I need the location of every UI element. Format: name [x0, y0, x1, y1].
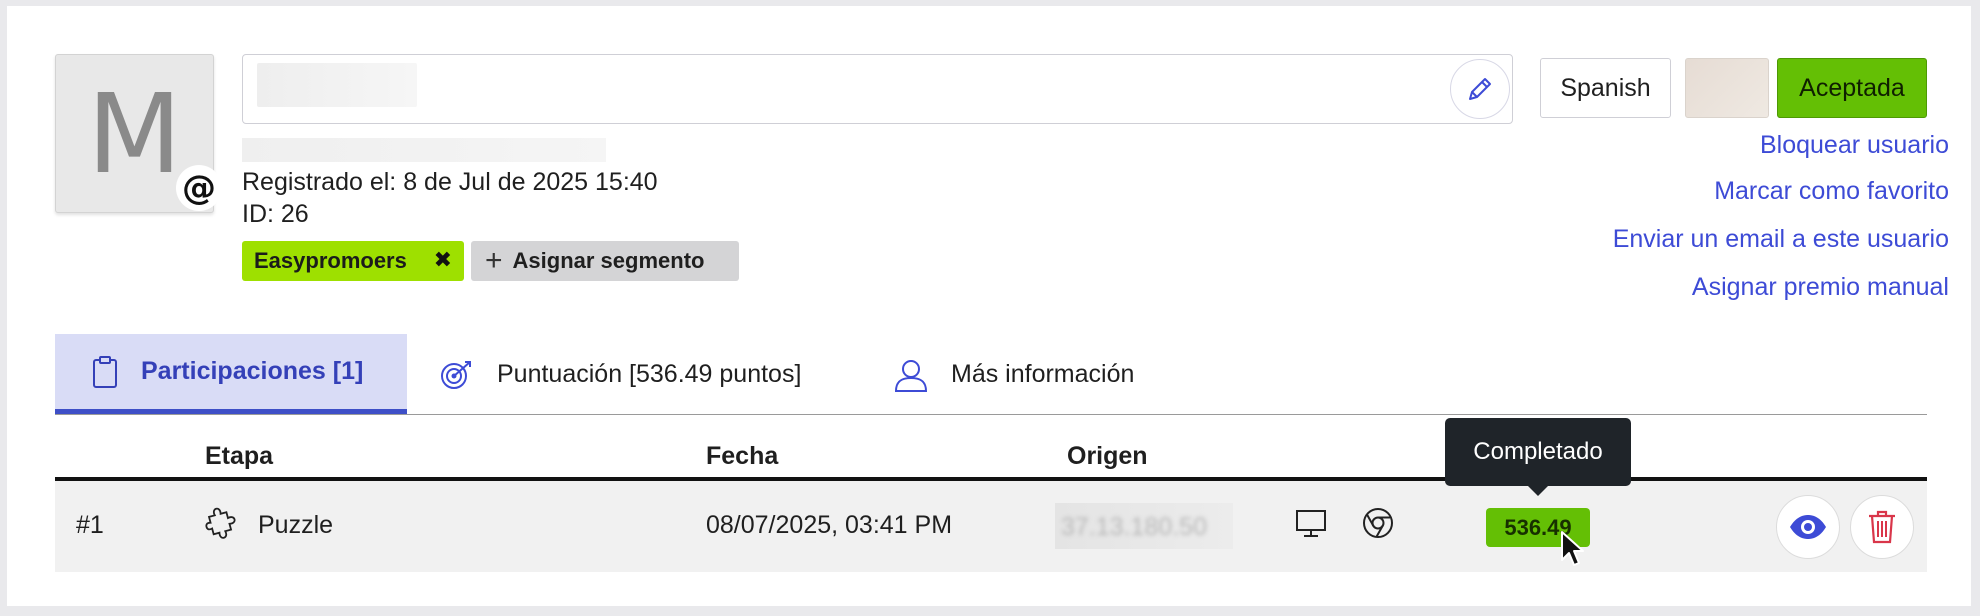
segment-chip: Easypromoers ✖ [242, 241, 464, 281]
tabs-bar: Participaciones [1] Puntuación [536.49 p… [55, 334, 1927, 415]
table-row: #1 Puzzle 08/07/2025, 03:41 PM 37.13.180… [55, 481, 1927, 572]
plus-icon: + [485, 244, 503, 277]
tab-mas-informacion[interactable]: Más información [893, 334, 1134, 415]
assign-prize-link[interactable]: Asignar premio manual [1692, 273, 1949, 302]
email-user-link[interactable]: Enviar un email a este usuario [1613, 225, 1949, 254]
segment-label: Easypromoers [254, 248, 407, 273]
remove-segment-icon[interactable]: ✖ [434, 247, 452, 273]
redacted-button[interactable] [1685, 58, 1769, 118]
assign-segment-button[interactable]: + Asignar segmento [471, 241, 739, 281]
trash-icon [1869, 510, 1895, 544]
table-header: Etapa Fecha Origen [55, 440, 1927, 481]
row-date: 08/07/2025, 03:41 PM [706, 511, 953, 539]
mouse-cursor-icon [1561, 531, 1584, 566]
view-button[interactable] [1776, 495, 1840, 559]
redacted-email [242, 138, 606, 162]
status-button[interactable]: Aceptada [1777, 58, 1927, 118]
avatar-letter: M [87, 69, 182, 198]
at-icon: @ [176, 165, 222, 211]
column-etapa: Etapa [205, 442, 274, 470]
puzzle-icon [205, 507, 236, 539]
mark-favorite-link[interactable]: Marcar como favorito [1714, 177, 1949, 206]
target-icon [441, 360, 471, 389]
language-button[interactable]: Spanish [1540, 58, 1671, 118]
edit-name-button[interactable] [1450, 59, 1510, 119]
status-tooltip: Completado [1445, 418, 1631, 496]
column-origen: Origen [1067, 442, 1148, 470]
assign-segment-label: Asignar segmento [512, 248, 705, 273]
tab-puntuacion[interactable]: Puntuación [536.49 puntos] [439, 334, 801, 415]
user-icon [894, 359, 928, 392]
chrome-icon [1363, 508, 1393, 538]
row-number: #1 [76, 511, 104, 539]
column-fecha: Fecha [706, 442, 779, 470]
pencil-icon [1469, 78, 1491, 100]
row-stage: Puzzle [258, 511, 334, 539]
desktop-icon [1296, 510, 1326, 537]
eye-icon [1790, 515, 1826, 539]
block-user-link[interactable]: Bloquear usuario [1760, 131, 1949, 160]
tab-participaciones[interactable]: Participaciones [1] [55, 334, 407, 414]
user-id: ID: 26 [242, 200, 309, 228]
delete-button[interactable] [1850, 495, 1914, 559]
redacted-origin-ip: 37.13.180.50 [1055, 503, 1233, 549]
clipboard-icon [93, 355, 117, 388]
redacted-name [257, 63, 417, 107]
user-name-field[interactable] [242, 54, 1513, 124]
registration-date: Registrado el: 8 de Jul de 2025 15:40 [242, 168, 658, 196]
